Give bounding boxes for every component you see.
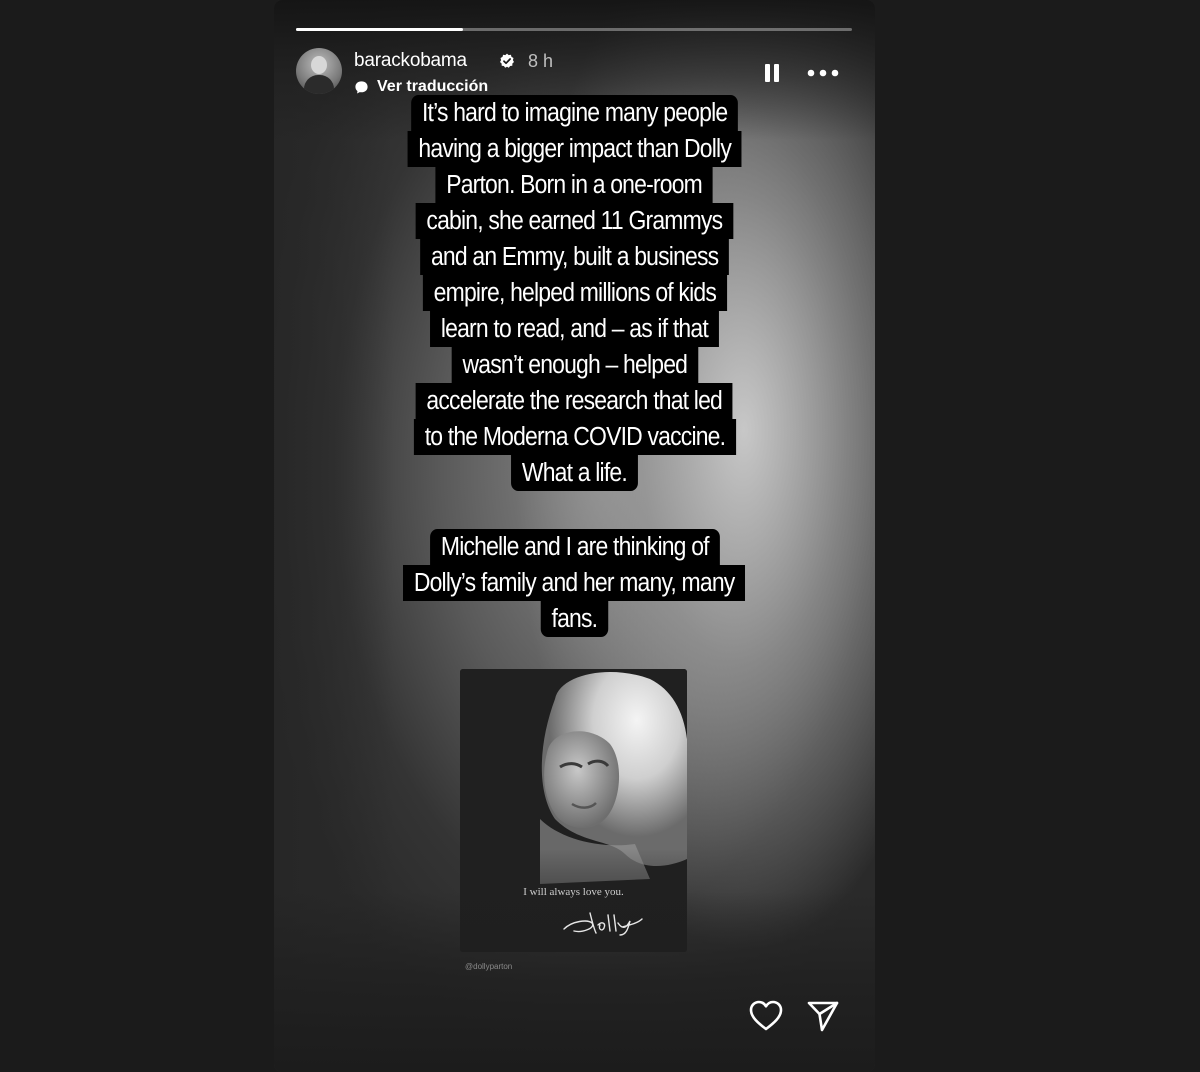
pause-icon[interactable]: [762, 62, 782, 84]
caption-main-line: Parton. Born in a one-room: [435, 167, 714, 203]
story-header: barackobama 8 h Ver traducción: [296, 48, 852, 98]
verified-badge-icon: [500, 53, 514, 68]
caption-main-line: learn to read, and – as if that: [430, 311, 719, 347]
caption-main-line: wasn’t enough – helped: [451, 347, 698, 383]
caption-secondary-line: Michelle and I are thinking of: [429, 529, 720, 565]
caption-main-line: accelerate the research that led: [415, 383, 734, 419]
page-background: barackobama 8 h Ver traducción It’s hard…: [0, 0, 1200, 1072]
embedded-quote-text: I will always love you.: [523, 886, 624, 898]
story-caption-secondary: Michelle and I are thinking of Dolly’s fa…: [274, 529, 875, 637]
caption-main-line: What a life.: [511, 455, 638, 491]
avatar-head: [311, 56, 327, 74]
caption-main-line: cabin, she earned 11 Grammys: [415, 203, 734, 239]
embedded-post-image[interactable]: I will always love you.: [460, 669, 687, 952]
more-options-icon[interactable]: [806, 64, 840, 82]
caption-main-line: to the Moderna COVID vaccine.: [413, 419, 736, 455]
translate-link[interactable]: Ver traducción: [354, 77, 488, 97]
post-time: 8 h: [528, 51, 554, 71]
send-icon[interactable]: [805, 999, 841, 1033]
story-progress-bar: [296, 28, 852, 31]
story-viewer[interactable]: barackobama 8 h Ver traducción It’s hard…: [274, 0, 875, 1072]
story-progress-fill: [296, 28, 463, 31]
avatar[interactable]: [296, 48, 342, 94]
story-caption-main: It’s hard to imagine many people having a…: [274, 95, 875, 491]
avatar-body: [304, 75, 334, 94]
heart-icon[interactable]: [748, 999, 784, 1033]
caption-main-line: having a bigger impact than Dolly: [407, 131, 742, 167]
caption-secondary-line: fans.: [540, 601, 609, 637]
translate-label: Ver traducción: [377, 78, 489, 95]
caption-main-line: It’s hard to imagine many people: [411, 95, 738, 131]
dolly-signature: [563, 912, 643, 936]
username-link[interactable]: barackobama: [354, 50, 467, 72]
speech-bubble-icon: [355, 80, 368, 93]
caption-main-line: and an Emmy, built a business: [420, 239, 729, 275]
caption-main-line: empire, helped millions of kids: [422, 275, 727, 311]
embedded-post-credit: @dollyparton: [465, 962, 513, 971]
caption-secondary-line: Dolly’s family and her many, many: [403, 565, 746, 601]
